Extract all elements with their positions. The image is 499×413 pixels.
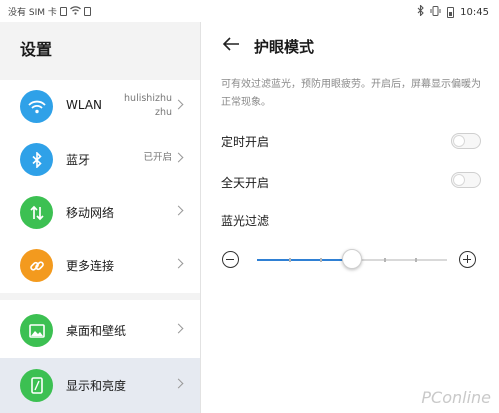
watermark-logo: PConline <box>421 388 491 407</box>
bluetooth-status-value: 已开启 <box>143 152 172 163</box>
slider-tick <box>415 258 418 262</box>
status-bar: 没有 SIM 卡 10:45 <box>0 0 499 22</box>
mobile-data-icon <box>20 196 53 229</box>
toggle-knob <box>453 135 465 147</box>
display-icon <box>20 369 53 402</box>
slider-tick <box>320 258 323 262</box>
settings-group-display: 桌面和壁纸 显示和亮度 <box>0 300 200 413</box>
battery-icon <box>447 6 455 18</box>
settings-item-label: 蓝牙 <box>66 153 91 167</box>
chevron-right-icon <box>173 323 184 334</box>
eye-comfort-panel: 护眼模式 可有效过滤蓝光，预防用眼疲劳。开启后，屏幕显示偏暖为正常现象。 定时开… <box>201 22 499 413</box>
blue-light-slider-fill <box>257 259 352 261</box>
settings-item-value: hulishizhu zhu <box>124 92 172 120</box>
chevron-right-icon <box>173 378 184 389</box>
settings-item-wlan[interactable]: WLAN hulishizhu zhu <box>0 80 200 133</box>
all-day-toggle[interactable] <box>451 172 481 188</box>
settings-item-mobile-network[interactable]: 移动网络 <box>0 186 200 239</box>
notification-icon <box>83 7 91 16</box>
wifi-status-icon <box>69 5 81 18</box>
chevron-right-icon <box>173 205 184 216</box>
settings-item-more-connections[interactable]: 更多连接 <box>0 239 200 292</box>
carrier-text: 没有 SIM 卡 <box>8 8 57 18</box>
settings-item-label: WLAN <box>66 98 103 112</box>
settings-item-wallpaper[interactable]: 桌面和壁纸 <box>0 304 200 357</box>
wifi-icon <box>20 90 53 123</box>
bluetooth-icon <box>20 143 53 176</box>
slider-tick <box>383 258 386 262</box>
slider-tick <box>288 258 291 262</box>
settings-item-display[interactable]: 显示和亮度 <box>0 358 200 413</box>
eye-comfort-description: 可有效过滤蓝光，预防用眼疲劳。开启后，屏幕显示偏暖为正常现象。 <box>221 79 481 108</box>
wallpaper-icon <box>20 314 53 347</box>
settings-item-label: 移动网络 <box>66 206 115 220</box>
blue-light-slider-thumb[interactable] <box>342 249 362 269</box>
sim-icon <box>59 7 67 16</box>
settings-item-label: 显示和亮度 <box>66 379 127 393</box>
page-title: 护眼模式 <box>254 38 315 56</box>
chevron-right-icon <box>173 99 184 110</box>
decrease-filter-button[interactable] <box>222 251 239 268</box>
settings-item-label: 桌面和壁纸 <box>66 324 127 338</box>
wlan-ssid-line1: hulishizhu <box>124 93 172 104</box>
link-icon <box>20 249 53 282</box>
settings-panel: 设置 WLAN hulishizhu zhu 蓝牙 已开启 移动网络 更多连接 … <box>0 22 200 413</box>
increase-filter-button[interactable] <box>459 251 476 268</box>
chevron-right-icon <box>173 258 184 269</box>
scheduled-label: 定时开启 <box>221 135 270 149</box>
all-day-label: 全天开启 <box>221 176 270 190</box>
settings-group-connections: WLAN hulishizhu zhu 蓝牙 已开启 移动网络 更多连接 <box>0 80 200 293</box>
settings-title: 设置 <box>20 40 53 59</box>
status-left: 没有 SIM 卡 <box>8 5 91 18</box>
vibrate-icon <box>430 5 441 19</box>
chevron-right-icon <box>173 152 184 163</box>
bluetooth-status-icon <box>417 4 424 19</box>
toggle-knob <box>453 174 465 186</box>
clock: 10:45 <box>460 6 489 18</box>
scheduled-toggle[interactable] <box>451 133 481 149</box>
settings-item-bluetooth[interactable]: 蓝牙 已开启 <box>0 133 200 186</box>
back-arrow-icon[interactable] <box>221 34 241 54</box>
blue-light-filter-label: 蓝光过滤 <box>221 214 270 228</box>
wlan-ssid-line2: zhu <box>154 107 172 118</box>
status-right: 10:45 <box>417 4 489 19</box>
settings-item-label: 更多连接 <box>66 259 115 273</box>
